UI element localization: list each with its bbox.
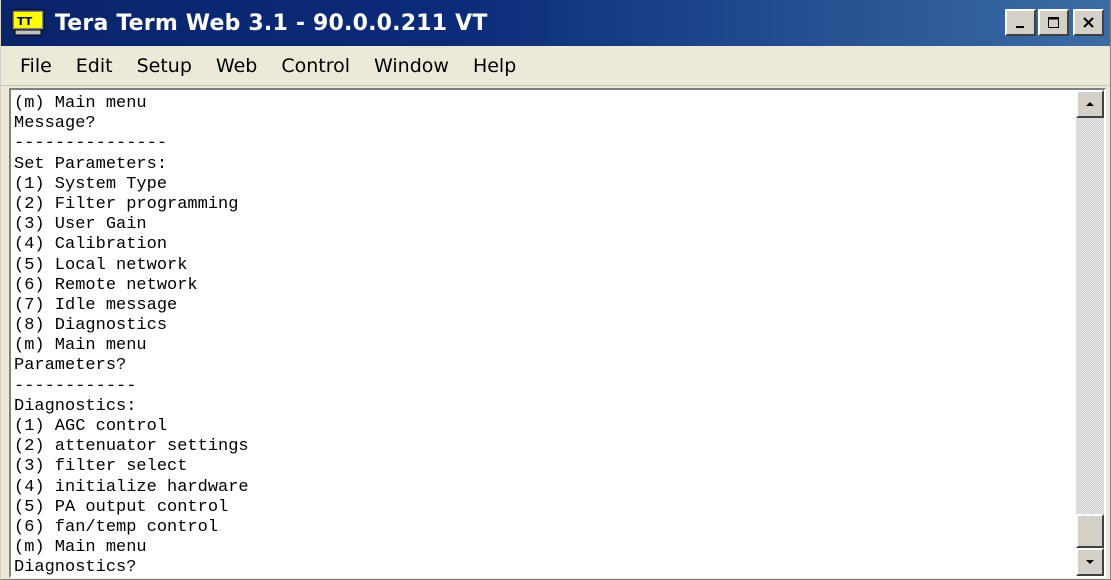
terminal-line: (8) Diagnostics xyxy=(14,316,168,336)
menu-window[interactable]: Window xyxy=(365,51,458,81)
terminal-line: (m) Main menu xyxy=(14,538,147,558)
terminal-line: (2) Filter programming xyxy=(14,194,239,214)
terminal-line: (m) Main menu xyxy=(14,94,147,113)
terminal-line: ------------ xyxy=(14,376,137,396)
caption-buttons xyxy=(1003,9,1104,36)
vertical-scrollbar[interactable] xyxy=(1076,90,1104,576)
terminal-line: (5) PA output control xyxy=(14,497,229,517)
terminal-line: (1) AGC control xyxy=(14,417,168,436)
minimize-button[interactable] xyxy=(1005,9,1036,36)
minimize-icon xyxy=(1015,25,1024,28)
terminal-line: (6) fan/temp control xyxy=(14,517,219,537)
terminal-line: Message? xyxy=(14,114,96,134)
maximize-button[interactable] xyxy=(1038,9,1069,36)
terminal-line: Diagnostics: xyxy=(14,396,137,416)
menu-web[interactable]: Web xyxy=(207,51,266,81)
terminal-line: (2) attenuator settings xyxy=(14,437,249,457)
menu-edit[interactable]: Edit xyxy=(67,51,122,81)
menu-help[interactable]: Help xyxy=(464,51,525,81)
maximize-icon xyxy=(1047,16,1059,28)
terminal-line: Set Parameters: xyxy=(14,154,168,174)
menu-control[interactable]: Control xyxy=(272,51,359,81)
terminal-line: Parameters? xyxy=(14,356,127,376)
scroll-down-arrow-icon xyxy=(1086,560,1094,564)
window-title: Tera Term Web 3.1 - 90.0.0.211 VT xyxy=(55,10,488,36)
terminal-line: (5) Local network xyxy=(14,255,188,275)
scroll-thumb[interactable] xyxy=(1076,514,1104,548)
menu-setup[interactable]: Setup xyxy=(128,51,201,81)
terminal-line: (4) Calibration xyxy=(14,235,168,255)
close-button[interactable] xyxy=(1073,9,1104,36)
terminal-line: (7) Idle message xyxy=(14,295,178,315)
scroll-down-button[interactable] xyxy=(1076,548,1104,576)
terminal-line: (6) Remote network xyxy=(14,275,198,295)
terminal-line: (4) initialize hardware xyxy=(14,477,249,497)
terminal-line: (m) Main menu xyxy=(14,336,147,356)
terminal-screen[interactable]: (m) Main menu Message? --------------- S… xyxy=(11,90,1076,576)
tera-term-app-icon[interactable]: TT xyxy=(11,9,45,37)
title-bar[interactable]: TT Tera Term Web 3.1 - 90.0.0.211 VT xyxy=(1,0,1110,46)
menu-file[interactable]: File xyxy=(11,51,61,81)
terminal-line: --------------- xyxy=(14,134,168,154)
terminal-line: (1) System Type xyxy=(14,174,168,194)
terminal-line: Diagnostics? xyxy=(14,558,137,576)
scroll-up-button[interactable] xyxy=(1076,90,1104,118)
menu-bar: File Edit Setup Web Control Window Help xyxy=(1,46,1110,86)
terminal-frame: (m) Main menu Message? --------------- S… xyxy=(9,88,1106,578)
tera-term-window: TT Tera Term Web 3.1 - 90.0.0.211 VT Fil… xyxy=(0,0,1111,580)
scroll-up-arrow-icon xyxy=(1086,102,1094,106)
terminal-line: (3) User Gain xyxy=(14,215,147,235)
terminal-line: (3) filter select xyxy=(14,457,188,477)
close-icon xyxy=(1082,16,1094,28)
svg-text:TT: TT xyxy=(17,15,33,28)
